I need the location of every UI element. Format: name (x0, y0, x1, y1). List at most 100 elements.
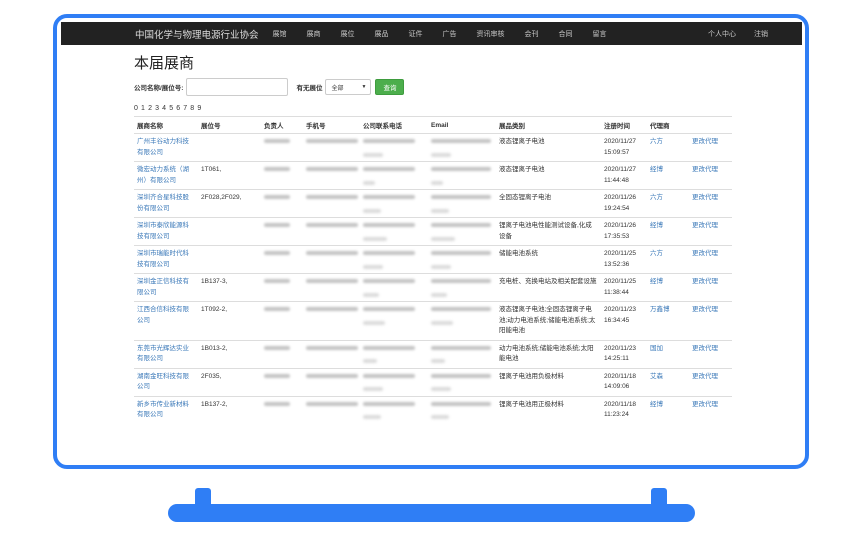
redacted-text (306, 139, 358, 143)
change-agent-link[interactable]: 更改代理 (689, 161, 732, 190)
mobile-number-redacted (303, 339, 360, 368)
nav-item[interactable]: 展商 (307, 29, 321, 39)
change-agent-link[interactable]: 更改代理 (689, 245, 732, 274)
exhibitor-table: 展商名称 展位号 负责人 手机号 公司联系电话 Email 展品类别 注册时间 代理商 广州丰谷… (134, 116, 732, 424)
contact-person-redacted (261, 273, 303, 302)
nav-item[interactable]: 合同 (559, 29, 573, 39)
nav-item[interactable]: 留言 (593, 29, 607, 39)
column-header: 手机号 (303, 116, 360, 134)
redacted-text (431, 387, 451, 391)
product-category: 充电桩、充换电站及相关配套设施 (496, 273, 601, 302)
registration-time: 2020/11/23 16:34:45 (601, 301, 647, 340)
redacted-text (363, 292, 379, 297)
nav-item[interactable]: 资讯审核 (477, 29, 505, 39)
nav-item[interactable]: 广告 (443, 29, 457, 39)
mobile-number-redacted (303, 133, 360, 162)
agent-link[interactable]: 国加 (647, 339, 689, 368)
agent-link[interactable]: 万鑫博 (647, 301, 689, 340)
agent-link[interactable]: 六方 (647, 133, 689, 162)
booth-number (198, 217, 261, 246)
pagination[interactable]: 0 1 2 3 4 5 6 7 8 9 (134, 105, 734, 112)
contact-person-redacted (261, 367, 303, 396)
redacted-text (431, 251, 491, 255)
company-name-link[interactable]: 新乡市传业新材料有限公司 (134, 395, 198, 424)
contact-person-redacted (261, 301, 303, 340)
contact-person-redacted (261, 245, 303, 274)
company-name-link[interactable]: 深圳齐合星科技股份有限公司 (134, 189, 198, 218)
nav-item[interactable]: 会刊 (525, 29, 539, 39)
redacted-text (431, 359, 445, 363)
agent-link[interactable]: 六方 (647, 245, 689, 274)
change-agent-link[interactable]: 更改代理 (689, 217, 732, 246)
redacted-text (363, 307, 415, 311)
agent-link[interactable]: 六方 (647, 189, 689, 218)
registration-time: 2020/11/26 19:24:54 (601, 189, 647, 218)
search-button[interactable]: 查询 (375, 79, 405, 95)
redacted-text (363, 401, 415, 406)
company-phone-redacted (360, 133, 428, 162)
booth-filter-select[interactable]: 全部 ▼ (325, 79, 372, 95)
browser-screen: 中国化学与物理电源行业协会 展馆 展商 展位 展品 证件 广告 资讯审核 会刊 合同 留言 个人中… (61, 22, 802, 462)
redacted-text (363, 195, 415, 199)
nav-user-center[interactable]: 个人中心 (708, 29, 736, 39)
change-agent-link[interactable]: 更改代理 (689, 367, 732, 396)
product-category: 液态锂离子电池 (496, 133, 601, 162)
company-phone-redacted (360, 367, 428, 396)
company-phone-redacted (360, 339, 428, 368)
redacted-text (264, 401, 290, 406)
nav-item[interactable]: 展品 (375, 29, 389, 39)
mobile-number-redacted (303, 161, 360, 190)
nav-logout[interactable]: 注销 (754, 29, 768, 39)
company-name-link[interactable]: 微宏动力系统（湖州）有限公司 (134, 161, 198, 190)
registration-time: 2020/11/23 14:25:11 (601, 339, 647, 368)
redacted-text (431, 195, 491, 199)
company-name-link[interactable]: 广州丰谷动力科技有限公司 (134, 133, 198, 162)
nav-item[interactable]: 展位 (341, 29, 355, 39)
company-name-link[interactable]: 深圳市瑞能时代科技有限公司 (134, 245, 198, 274)
nav-item[interactable]: 证件 (409, 29, 423, 39)
site-brand[interactable]: 中国化学与物理电源行业协会 (135, 27, 259, 41)
agent-link[interactable]: 经博 (647, 217, 689, 246)
product-category: 全固态锂离子电池 (496, 189, 601, 218)
agent-link[interactable]: 经博 (647, 273, 689, 302)
email-redacted (428, 301, 496, 340)
agent-link[interactable]: 艾森 (647, 367, 689, 396)
table-row: 东莞市光辉达实业有限公司 1B013-2, 动力电池系统;储能电池系统;太阳能电池 2… (134, 339, 732, 368)
agent-link[interactable]: 经博 (647, 395, 689, 424)
mobile-number-redacted (303, 273, 360, 302)
change-agent-link[interactable]: 更改代理 (689, 339, 732, 368)
redacted-text (306, 279, 358, 283)
table-row: 深圳金正信科技有限公司 1B137-3, 充电桩、充换电站及相关配套设施 2020/1… (134, 273, 732, 302)
nav-item[interactable]: 展馆 (273, 29, 287, 39)
change-agent-link[interactable]: 更改代理 (689, 273, 732, 302)
mobile-number-redacted (303, 395, 360, 424)
stand-base (168, 504, 695, 522)
redacted-text (431, 320, 453, 325)
change-agent-link[interactable]: 更改代理 (689, 301, 732, 340)
redacted-text (363, 236, 387, 241)
email-redacted (428, 161, 496, 190)
redacted-text (431, 401, 491, 406)
company-name-link[interactable]: 江西合信科技有限公司 (134, 301, 198, 340)
company-name-link[interactable]: 深圳市泰欣能源科技有限公司 (134, 217, 198, 246)
redacted-text (363, 359, 377, 363)
column-header: 展商名称 (134, 116, 198, 134)
chevron-down-icon: ▼ (361, 84, 367, 90)
change-agent-link[interactable]: 更改代理 (689, 189, 732, 218)
redacted-text (431, 236, 455, 241)
registration-time: 2020/11/25 13:52:36 (601, 245, 647, 274)
booth-filter-value: 全部 (331, 85, 344, 92)
change-agent-link[interactable]: 更改代理 (689, 133, 732, 162)
company-phone-redacted (360, 245, 428, 274)
company-phone-redacted (360, 301, 428, 340)
change-agent-link[interactable]: 更改代理 (689, 395, 732, 424)
redacted-text (306, 307, 358, 311)
search-input[interactable] (186, 78, 289, 96)
column-header: 展位号 (198, 116, 261, 134)
agent-link[interactable]: 经博 (647, 161, 689, 190)
redacted-text (264, 167, 290, 171)
company-name-link[interactable]: 东莞市光辉达实业有限公司 (134, 339, 198, 368)
company-name-link[interactable]: 湖南金旺科技有限公司 (134, 367, 198, 396)
company-name-link[interactable]: 深圳金正信科技有限公司 (134, 273, 198, 302)
redacted-text (431, 307, 491, 311)
